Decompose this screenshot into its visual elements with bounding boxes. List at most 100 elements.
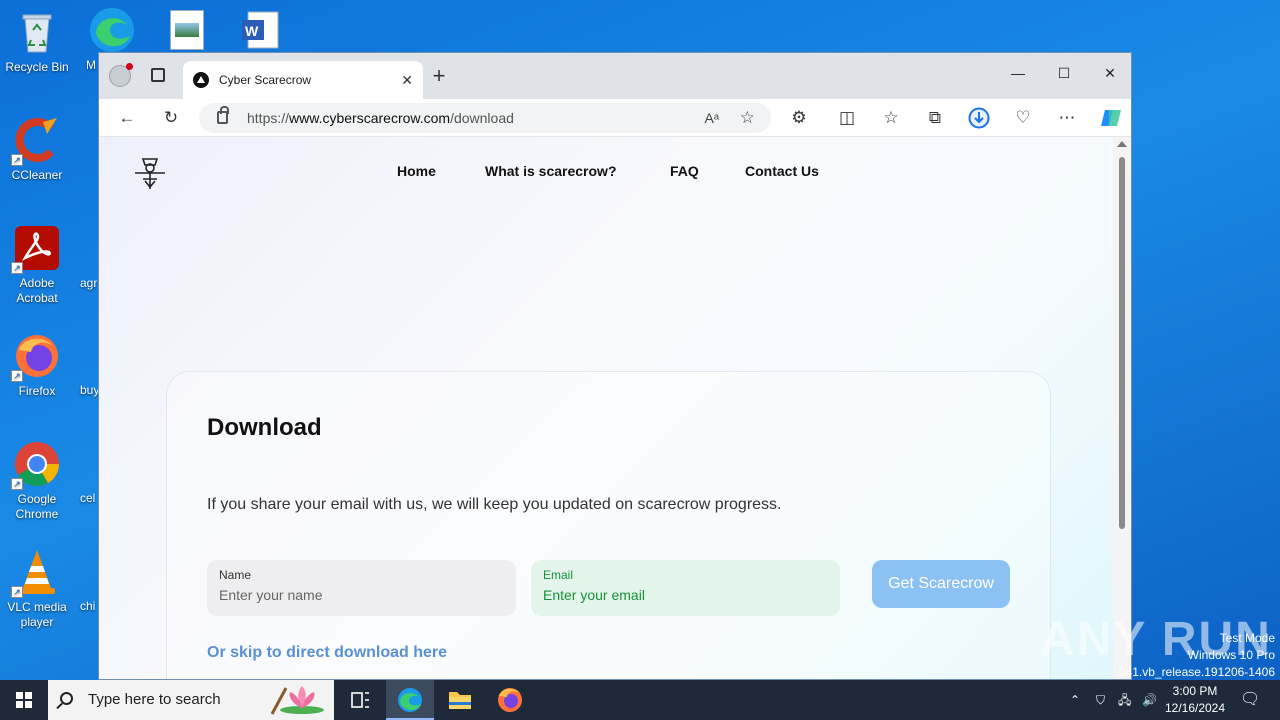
email-label: Email xyxy=(543,568,574,582)
vlc-icon: ↗ xyxy=(11,548,61,598)
split-screen-icon[interactable]: ◫ xyxy=(833,105,861,131)
desktop-icon-label: Firefox xyxy=(18,384,56,398)
close-window-button[interactable]: ✕ xyxy=(1087,59,1131,87)
network-icon[interactable]: 🖧 xyxy=(1118,680,1131,720)
favorites-icon[interactable]: ☆ xyxy=(877,105,905,131)
email-input[interactable] xyxy=(543,587,828,603)
acrobat-icon: ↗ xyxy=(11,224,61,274)
tab-cyber-scarecrow[interactable]: Cyber Scarecrow ✕ xyxy=(183,61,423,99)
nav-home[interactable]: Home xyxy=(397,163,436,179)
image-file-icon[interactable] xyxy=(170,10,204,50)
direct-download-link[interactable]: Or skip to direct download here xyxy=(207,644,447,662)
lock-icon xyxy=(217,106,229,124)
more-options-icon[interactable]: ⋯ xyxy=(1053,105,1081,131)
url-host: www.cyberscarecrow.com xyxy=(289,110,451,126)
name-input[interactable] xyxy=(219,587,504,603)
word-document-icon[interactable]: W xyxy=(240,10,280,50)
volume-icon[interactable]: 🔊 xyxy=(1142,680,1157,720)
desktop-icon-label: buy xyxy=(80,383,100,397)
scarecrow-logo-icon[interactable] xyxy=(133,155,167,191)
tab-title: Cyber Scarecrow xyxy=(219,73,312,87)
desktop-icon-partial[interactable]: buy xyxy=(80,383,99,397)
downloads-icon[interactable] xyxy=(965,105,993,131)
recycle-bin-icon xyxy=(13,8,61,56)
refresh-icon[interactable]: ↻ xyxy=(157,105,185,131)
page-title: Download xyxy=(207,414,322,441)
chrome-icon: ↗ xyxy=(11,440,61,490)
desktop-icon-partial[interactable]: agr xyxy=(80,276,97,290)
svg-text:W: W xyxy=(245,23,259,39)
clock-time: 3:00 PM xyxy=(1172,684,1218,698)
firefox-icon: ↗ xyxy=(11,332,61,382)
edge-desktop-icon[interactable] xyxy=(88,6,136,54)
desktop-icon-recycle-bin[interactable]: Recycle Bin xyxy=(0,8,74,75)
search-icon xyxy=(60,692,73,705)
taskbar-search[interactable]: Type here to search xyxy=(48,680,334,720)
favorite-star-icon[interactable]: ☆ xyxy=(740,103,755,133)
clock-date: 12/16/2024 xyxy=(1164,701,1226,715)
email-field[interactable]: Email xyxy=(531,560,840,616)
desktop-icon-label: M xyxy=(86,58,96,72)
desktop-icon-partial[interactable]: chi xyxy=(80,599,95,613)
windows-edition-label: Windows 10 Pro xyxy=(1187,648,1275,662)
page-content: Home What is scarecrow? FAQ Contact Us D… xyxy=(99,137,1113,679)
read-aloud-icon[interactable]: Aᵃ xyxy=(704,103,719,133)
desktop-icon-label: chi xyxy=(80,599,96,613)
desktop-icon-google-chrome[interactable]: ↗ Google Chrome xyxy=(0,440,74,522)
search-highlight-icon xyxy=(268,684,328,716)
download-description: If you share your email with us, we will… xyxy=(207,496,782,513)
windows-build-label: 041.vb_release.191206-1406 xyxy=(1118,665,1275,679)
close-tab-icon[interactable]: ✕ xyxy=(401,72,413,89)
desktop-icon-label: VLC media player xyxy=(7,600,67,629)
desktop-icon-label: CCleaner xyxy=(11,168,63,182)
tab-actions-icon[interactable] xyxy=(151,68,165,82)
show-hidden-icons-button[interactable]: ⌃ xyxy=(1070,680,1080,720)
new-tab-button[interactable]: + xyxy=(429,63,449,89)
desktop-icon-firefox[interactable]: ↗ Firefox xyxy=(0,332,74,399)
minimize-button[interactable]: — xyxy=(995,59,1041,87)
download-card: Download If you share your email with us… xyxy=(166,371,1051,679)
scroll-up-arrow-icon[interactable] xyxy=(1117,141,1127,147)
windows-logo-icon xyxy=(16,692,32,708)
browser-essentials-icon[interactable]: ♡ xyxy=(1009,105,1037,131)
profile-icon[interactable] xyxy=(109,63,133,87)
defender-tray-icon[interactable]: ⛉ xyxy=(1096,680,1105,720)
name-field[interactable]: Name xyxy=(207,560,516,616)
taskbar-edge[interactable] xyxy=(386,680,434,720)
get-scarecrow-button[interactable]: Get Scarecrow xyxy=(872,560,1010,608)
scrollbar-thumb[interactable] xyxy=(1119,157,1125,529)
desktop-icon-adobe-acrobat[interactable]: ↗ Adobe Acrobat xyxy=(0,224,74,306)
taskbar-file-explorer[interactable] xyxy=(436,680,484,720)
desktop-icon-ccleaner[interactable]: ↗ CCleaner xyxy=(0,116,74,183)
url-path: /download xyxy=(450,110,514,126)
copilot-icon[interactable] xyxy=(1097,105,1125,131)
nav-what-is-scarecrow[interactable]: What is scarecrow? xyxy=(485,163,617,179)
collections-icon[interactable]: ⧉ xyxy=(921,105,949,131)
maximize-button[interactable]: ☐ xyxy=(1041,59,1087,87)
extensions-icon[interactable]: ⚙ xyxy=(785,105,813,131)
ccleaner-icon: ↗ xyxy=(11,116,61,166)
desktop-icon-label: cel xyxy=(80,491,96,505)
page-scrollbar[interactable] xyxy=(1113,137,1131,679)
search-placeholder: Type here to search xyxy=(88,691,221,708)
address-bar[interactable]: https://www.cyberscarecrow.com/download … xyxy=(199,103,771,133)
url-prefix: https:// xyxy=(247,110,290,126)
desktop-icon-label: Adobe Acrobat xyxy=(16,276,58,305)
nav-contact-us[interactable]: Contact Us xyxy=(745,163,819,179)
tab-bar: Cyber Scarecrow ✕ + — ☐ ✕ xyxy=(99,53,1131,99)
desktop-icon-vlc[interactable]: ↗ VLC media player xyxy=(0,548,74,630)
name-label: Name xyxy=(219,568,252,582)
nav-faq[interactable]: FAQ xyxy=(670,163,699,179)
start-button[interactable] xyxy=(0,680,48,720)
site-favicon-icon xyxy=(193,72,209,88)
notifications-icon[interactable]: 🗨 xyxy=(1240,680,1260,720)
back-arrow-icon[interactable]: ← xyxy=(113,105,141,131)
browser-toolbar: ← ↻ https://www.cyberscarecrow.com/downl… xyxy=(99,99,1131,137)
task-view-button[interactable] xyxy=(336,680,384,720)
taskbar-firefox[interactable] xyxy=(486,680,534,720)
desktop-icon-partial[interactable]: M xyxy=(86,58,96,72)
taskbar-clock[interactable]: 3:00 PM 12/16/2024 xyxy=(1160,683,1230,717)
desktop-icon-label: Google Chrome xyxy=(15,492,59,521)
desktop-icon-partial[interactable]: cel xyxy=(80,491,95,505)
test-mode-label: Test Mode xyxy=(1219,631,1275,645)
